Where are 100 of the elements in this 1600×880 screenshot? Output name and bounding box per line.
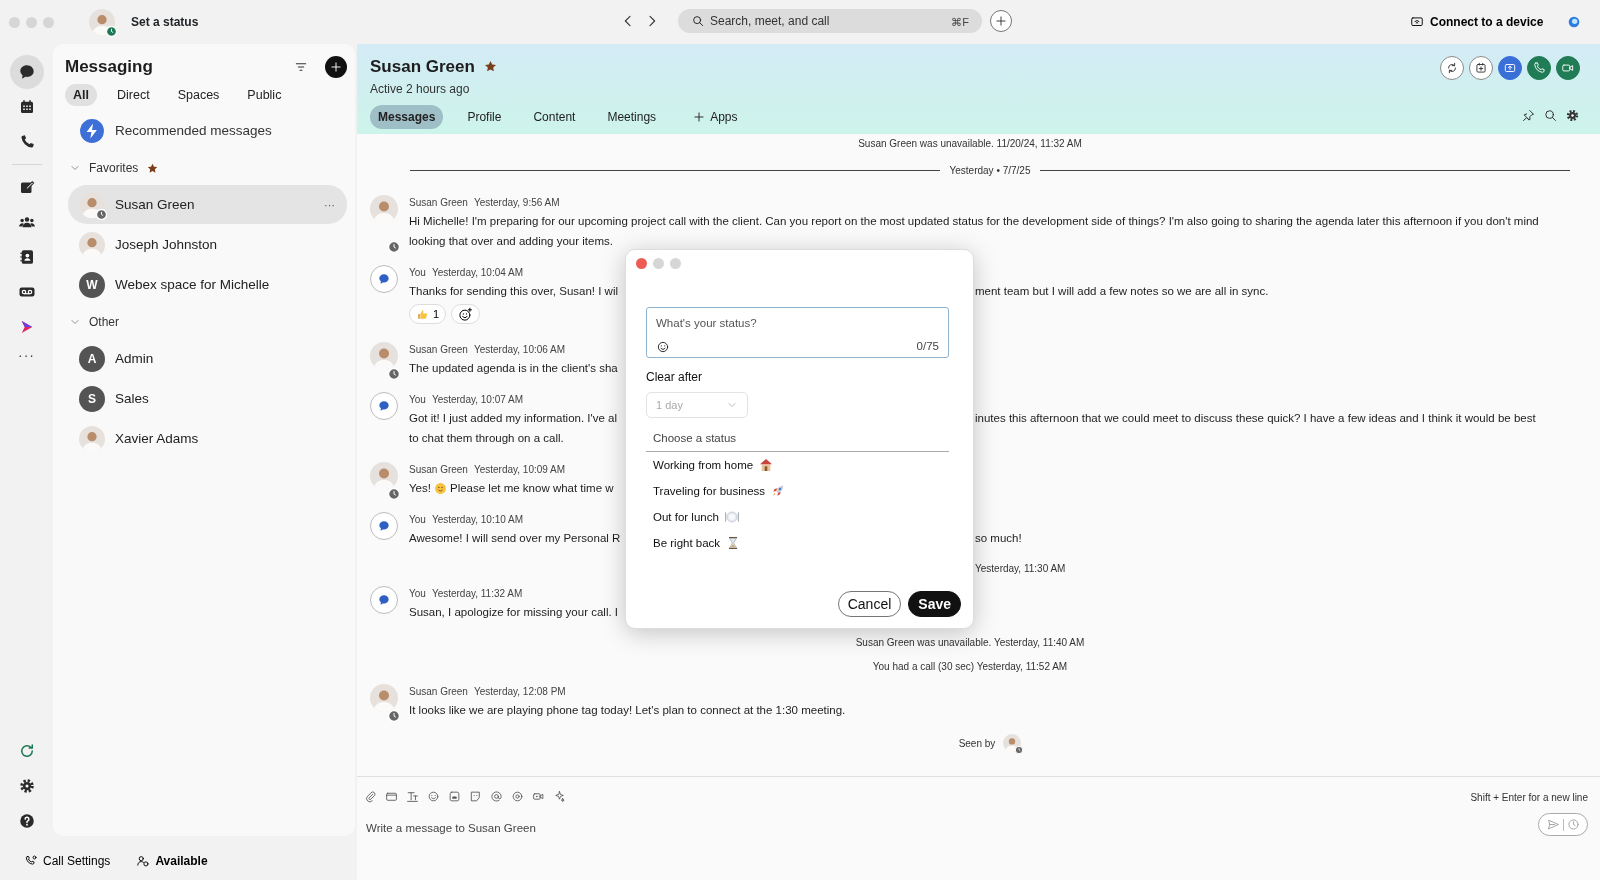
add-button[interactable] (990, 10, 1012, 32)
message-time: Yesterday, 9:56 AM (473, 196, 560, 210)
filter-tab[interactable]: Direct (109, 83, 158, 107)
status-option[interactable]: Be right back (646, 530, 949, 557)
emoji-icon (427, 790, 440, 803)
conversation-item[interactable]: Joseph Johnston (68, 225, 347, 265)
status-option[interactable]: Working from home (646, 452, 949, 479)
add-reaction-button[interactable] (451, 304, 481, 324)
sender-name: Susan Green (409, 196, 468, 210)
save-button[interactable]: Save (908, 591, 961, 617)
settings-icon (1565, 108, 1580, 123)
sticker-button[interactable] (469, 790, 482, 803)
status-button[interactable]: Set a status (131, 13, 199, 31)
emoji-icon[interactable] (656, 339, 670, 354)
screen-button[interactable] (385, 790, 398, 803)
call-icon (1532, 61, 1546, 75)
call-button[interactable] (1527, 56, 1551, 80)
schedule-icon (1566, 818, 1580, 831)
pin-button[interactable] (1521, 108, 1536, 123)
character-counter: 0/75 (916, 339, 939, 355)
settings-button[interactable] (1565, 108, 1580, 123)
new-message-button[interactable] (325, 55, 347, 78)
more-icon[interactable]: ··· (324, 196, 335, 213)
sender-name: You (409, 587, 426, 601)
message-text: to chat them through on a call. (409, 431, 564, 446)
mention-button[interactable] (490, 790, 503, 803)
conversation-item[interactable]: A Admin (68, 339, 347, 379)
reaction-button[interactable]: 1 (409, 304, 447, 324)
field-label: Clear after (646, 369, 704, 386)
avatar: S (79, 385, 105, 412)
window-control[interactable] (636, 258, 647, 269)
conversation-tab[interactable]: Messages (370, 104, 444, 129)
connect-device-button[interactable]: Connect to a device (1410, 13, 1544, 31)
paperclip-button[interactable] (364, 790, 377, 803)
system-message: Susan Green was unavailable. Yesterday, 11:40 AM (855, 636, 1085, 650)
sender-name: You (409, 266, 426, 280)
call-settings-icon (24, 854, 38, 868)
input-hint: Shift + Enter for a new line (1470, 791, 1588, 805)
status-option[interactable]: Traveling for business (646, 478, 949, 505)
conversation-tab[interactable]: Profile (459, 104, 510, 129)
paperclip-icon (364, 790, 377, 803)
section-header[interactable]: Favorites (69, 159, 160, 178)
filter-tab[interactable]: All (65, 83, 97, 107)
conversation-item[interactable]: Susan Green ··· (68, 185, 347, 225)
filter-tab[interactable]: Public (239, 83, 290, 107)
message-time: Yesterday, 11:32 AM (431, 587, 523, 601)
status-field[interactable]: What's your status? 0/75 (646, 307, 949, 358)
status-option[interactable]: Out for lunch (646, 504, 949, 531)
conversation-tab[interactable]: Content (525, 104, 584, 129)
sync-icon (1445, 61, 1459, 75)
message-text: so much! (975, 531, 1022, 546)
availability-icon (136, 854, 151, 868)
call-settings-button[interactable]: Call Settings (24, 852, 111, 870)
avatar (79, 425, 105, 452)
seen-by-label: Seen by (958, 736, 996, 751)
message-text: Susan, I apologize for missing your call. I (409, 605, 619, 620)
share-screen-button[interactable] (1498, 56, 1522, 80)
more-button[interactable]: ··· (18, 345, 35, 366)
status-badge-icon (388, 368, 400, 380)
section-label: Choose a status (646, 430, 949, 453)
conversation-tab[interactable]: Meetings (599, 104, 665, 129)
system-message: Yesterday, 11:30 AM (975, 562, 1066, 576)
plus-icon (329, 59, 343, 74)
send-icon (1546, 818, 1560, 831)
conversation-tab[interactable]: Apps (684, 104, 746, 129)
status-badge-icon (388, 710, 400, 722)
message-text: The updated agenda is in the client's sha (409, 361, 618, 376)
filter-tab[interactable]: Spaces (169, 83, 228, 107)
video-button[interactable] (1556, 56, 1580, 80)
chat-bubble-icon (377, 399, 391, 413)
calendar-add-button[interactable] (1469, 56, 1493, 80)
conversation-item[interactable]: W Webex space for Michelle (68, 265, 347, 305)
recommended-messages-item[interactable]: Recommended messages (68, 111, 347, 151)
search-button[interactable] (1543, 108, 1558, 123)
section-header[interactable]: Other (69, 313, 119, 332)
text-format-button[interactable] (406, 790, 419, 803)
shortcut-hint: ⌘F (951, 15, 969, 30)
sparkle-button[interactable] (553, 790, 566, 803)
availability-button[interactable]: Available (136, 852, 208, 870)
help-icon (17, 812, 36, 830)
conversation-item[interactable]: Xavier Adams (68, 419, 347, 459)
cancel-button[interactable]: Cancel (837, 591, 902, 617)
message-text: Yes! (409, 481, 431, 496)
sync-button[interactable] (1440, 56, 1464, 80)
chat-bubble-icon (377, 519, 391, 533)
sparkle-icon (553, 790, 566, 803)
ring-button[interactable] (511, 790, 524, 803)
message-time: Yesterday, 10:07 AM (431, 393, 524, 407)
emoji-button[interactable] (427, 790, 440, 803)
video-button[interactable] (532, 790, 545, 803)
assistant-icon[interactable] (1566, 14, 1582, 30)
smiley-icon (433, 481, 447, 495)
message-text: Hi Michelle! I'm preparing for our upcoming project call with the client. Can you report on the most updated status for the development side of things? I'm also going to sharing the agenda later this afternoon if you don't mind looking that over and adding your items. (409, 214, 1540, 249)
chat-button[interactable] (9, 55, 44, 89)
date-separator: Yesterday • 7/7/25 (949, 164, 1031, 178)
message-text: It looks like we are playing phone tag today! Let's plan to connect at the 1:30 meeting. (409, 703, 847, 718)
conversation-item[interactable]: S Sales (68, 379, 347, 419)
image-button[interactable] (448, 790, 461, 803)
message-input[interactable]: Write a message to Susan Green (364, 819, 964, 839)
ring-icon (511, 790, 524, 803)
